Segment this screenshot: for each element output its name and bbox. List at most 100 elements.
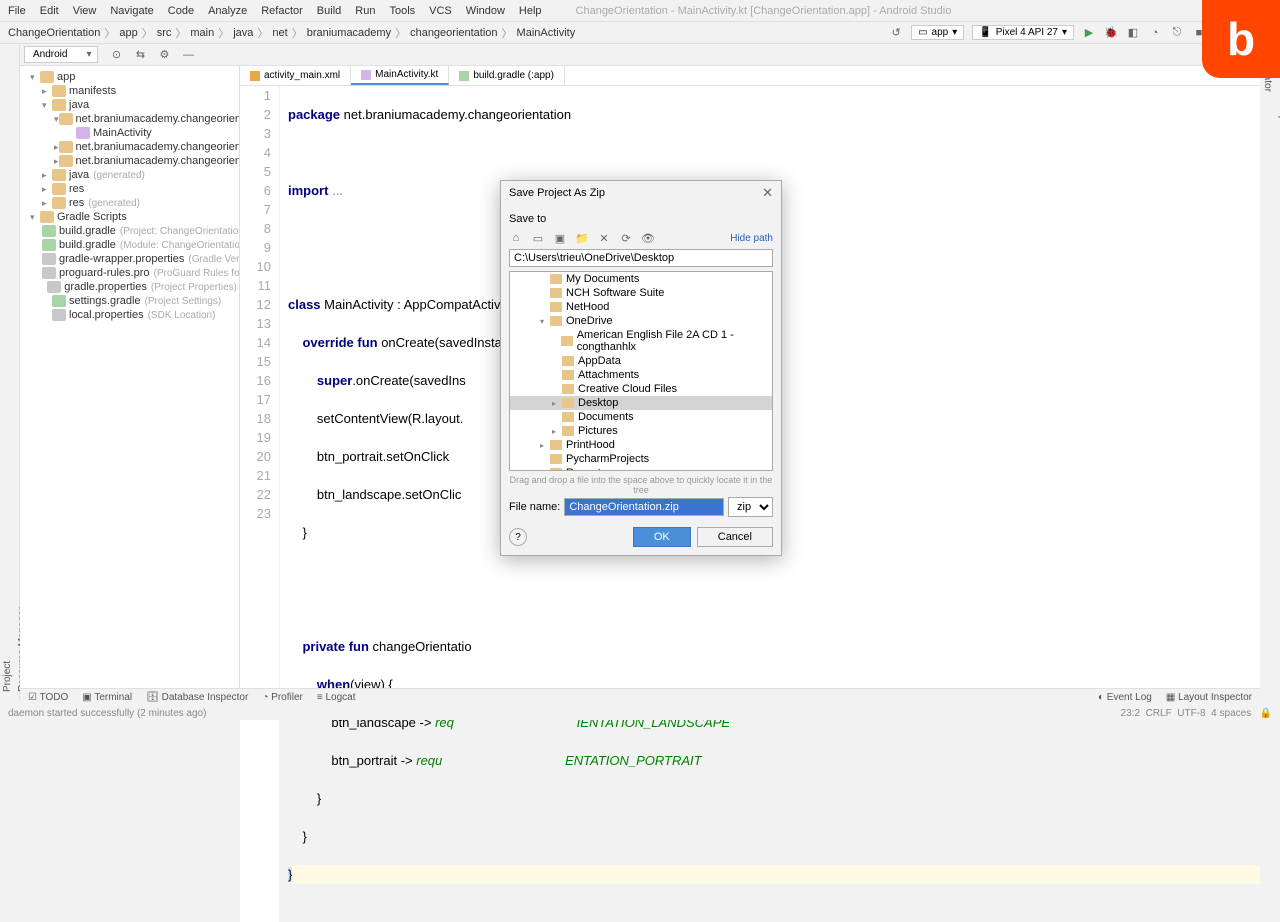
refresh-icon[interactable]: ⟳ (619, 231, 633, 245)
drag-hint: Drag and drop a file into the space abov… (509, 475, 773, 495)
menu-build[interactable]: Build (317, 5, 341, 17)
tree-item[interactable]: ▸manifests (22, 84, 237, 98)
run-config-dropdown[interactable]: ▭ app ▾ (911, 25, 964, 40)
database-tab[interactable]: 🗄 Database Inspector (146, 692, 248, 703)
home-icon[interactable]: ⌂ (509, 231, 523, 245)
folder-item[interactable]: ▸Pictures (510, 424, 772, 438)
menu-view[interactable]: View (73, 5, 97, 17)
tree-item[interactable]: ▸net.braniumacademy.changeorientation(an… (22, 140, 237, 154)
event-log-tab[interactable]: ◐ Event Log (1098, 692, 1152, 703)
menu-run[interactable]: Run (355, 5, 375, 17)
extension-select[interactable]: zip (728, 497, 773, 517)
menu-refactor[interactable]: Refactor (261, 5, 303, 17)
attach-icon[interactable]: ⎋ (1170, 26, 1184, 40)
tree-item[interactable]: ▸res(generated) (22, 196, 237, 210)
crumb[interactable]: ChangeOrientation (8, 27, 100, 39)
folder-item[interactable]: NetHood (510, 300, 772, 314)
menu-tools[interactable]: Tools (389, 5, 415, 17)
tree-item[interactable]: ▾net.braniumacademy.changeorientation (22, 112, 237, 126)
menu-window[interactable]: Window (466, 5, 505, 17)
folder-item[interactable]: ▾OneDrive (510, 314, 772, 328)
profile-icon[interactable]: ◔ (1148, 26, 1162, 40)
tree-item[interactable]: ▾java (22, 98, 237, 112)
expand-icon[interactable]: ⇆ (132, 47, 148, 63)
folder-item[interactable]: ▸Desktop (510, 396, 772, 410)
crumb[interactable]: MainActivity (517, 27, 576, 39)
editor-tab[interactable]: MainActivity.kt (351, 66, 449, 85)
tree-item[interactable]: ▸java(generated) (22, 168, 237, 182)
close-icon[interactable]: ✕ (762, 185, 773, 201)
coverage-icon[interactable]: ◧ (1126, 26, 1140, 40)
menu-help[interactable]: Help (519, 5, 542, 17)
folder-item[interactable]: American English File 2A CD 1 - congthan… (510, 328, 772, 354)
folder-item[interactable]: Attachments (510, 368, 772, 382)
tree-item[interactable]: proguard-rules.pro(ProGuard Rules for Ch… (22, 266, 237, 280)
folder-item[interactable]: Creative Cloud Files (510, 382, 772, 396)
project-scope-dropdown[interactable]: Android (24, 46, 98, 63)
menu-analyze[interactable]: Analyze (208, 5, 247, 17)
folder-item[interactable]: ▸Recent (510, 466, 772, 471)
crumb[interactable]: changeorientation (410, 27, 497, 39)
project-icon[interactable]: ▣ (553, 231, 567, 245)
editor-tab[interactable]: build.gradle (:app) (449, 66, 565, 85)
newfolder-icon[interactable]: 📁 (575, 231, 589, 245)
folder-item[interactable]: PycharmProjects (510, 452, 772, 466)
project-tree[interactable]: ▾app▸manifests▾java▾net.braniumacademy.c… (20, 66, 240, 690)
folder-item[interactable]: ▸PrintHood (510, 438, 772, 452)
crumb[interactable]: main (190, 27, 214, 39)
tree-item[interactable]: ▸res (22, 182, 237, 196)
menu-edit[interactable]: Edit (40, 5, 59, 17)
run-icon[interactable]: ▶ (1082, 26, 1096, 40)
folder-item[interactable]: My Documents (510, 272, 772, 286)
project-tab[interactable]: Project (0, 44, 15, 700)
tree-item[interactable]: ▸net.braniumacademy.changeorientation(te… (22, 154, 237, 168)
tree-item[interactable]: MainActivity (22, 126, 237, 140)
device-dropdown[interactable]: 📱 Pixel 4 API 27 ▾ (972, 25, 1074, 40)
desktop-icon[interactable]: ▭ (531, 231, 545, 245)
tree-item[interactable]: gradle.properties(Project Properties) (22, 280, 237, 294)
showhidden-icon[interactable]: 👁 (641, 231, 655, 245)
profiler-tab[interactable]: ◔ Profiler (262, 692, 303, 703)
menu-file[interactable]: File (8, 5, 26, 17)
tree-item[interactable]: ▾app (22, 70, 237, 84)
terminal-tab[interactable]: ▣ Terminal (82, 692, 132, 703)
help-button[interactable]: ? (509, 528, 527, 546)
file-tree[interactable]: My DocumentsNCH Software SuiteNetHood▾On… (509, 271, 773, 471)
crumb[interactable]: app (119, 27, 137, 39)
path-input[interactable] (509, 249, 773, 267)
crumb[interactable]: java (233, 27, 253, 39)
filename-input[interactable] (564, 498, 724, 516)
hide-icon[interactable]: — (180, 47, 196, 63)
crumb[interactable]: braniumacademy (307, 27, 391, 39)
layout-inspector-tab[interactable]: ▦ Layout Inspector (1166, 692, 1252, 703)
collapse-icon[interactable]: ⊙ (108, 47, 124, 63)
menu-code[interactable]: Code (168, 5, 194, 17)
hide-path-link[interactable]: Hide path (730, 233, 773, 244)
device-explorer-tab[interactable]: Device File Explorer (1275, 44, 1280, 690)
crumb[interactable]: net (272, 27, 287, 39)
logcat-tab[interactable]: ≡ Logcat (317, 692, 356, 703)
emulator-tab[interactable]: Emulator (1260, 44, 1275, 690)
delete-icon[interactable]: ✕ (597, 231, 611, 245)
settings-icon[interactable]: ⚙ (156, 47, 172, 63)
folder-item[interactable]: Documents (510, 410, 772, 424)
menubar: File Edit View Navigate Code Analyze Ref… (0, 0, 1280, 22)
folder-item[interactable]: AppData (510, 354, 772, 368)
menu-vcs[interactable]: VCS (429, 5, 452, 17)
tree-item[interactable]: local.properties(SDK Location) (22, 308, 237, 322)
crumb[interactable]: src (157, 27, 172, 39)
tree-item[interactable]: settings.gradle(Project Settings) (22, 294, 237, 308)
tree-item[interactable]: build.gradle(Project: ChangeOrientation) (22, 224, 237, 238)
nav-bar: ChangeOrientation〉 app〉 src〉 main〉 java〉… (0, 22, 1280, 44)
editor-tab[interactable]: activity_main.xml (240, 66, 351, 85)
tree-item[interactable]: ▾Gradle Scripts (22, 210, 237, 224)
cancel-button[interactable]: Cancel (697, 527, 773, 547)
folder-item[interactable]: NCH Software Suite (510, 286, 772, 300)
ok-button[interactable]: OK (633, 527, 691, 547)
todo-tab[interactable]: ☑ TODO (28, 692, 68, 703)
sync-icon[interactable]: ↺ (889, 26, 903, 40)
menu-navigate[interactable]: Navigate (110, 5, 153, 17)
debug-icon[interactable]: 🐞 (1104, 26, 1118, 40)
tree-item[interactable]: build.gradle(Module: ChangeOrientation.a… (22, 238, 237, 252)
tree-item[interactable]: gradle-wrapper.properties(Gradle Version… (22, 252, 237, 266)
